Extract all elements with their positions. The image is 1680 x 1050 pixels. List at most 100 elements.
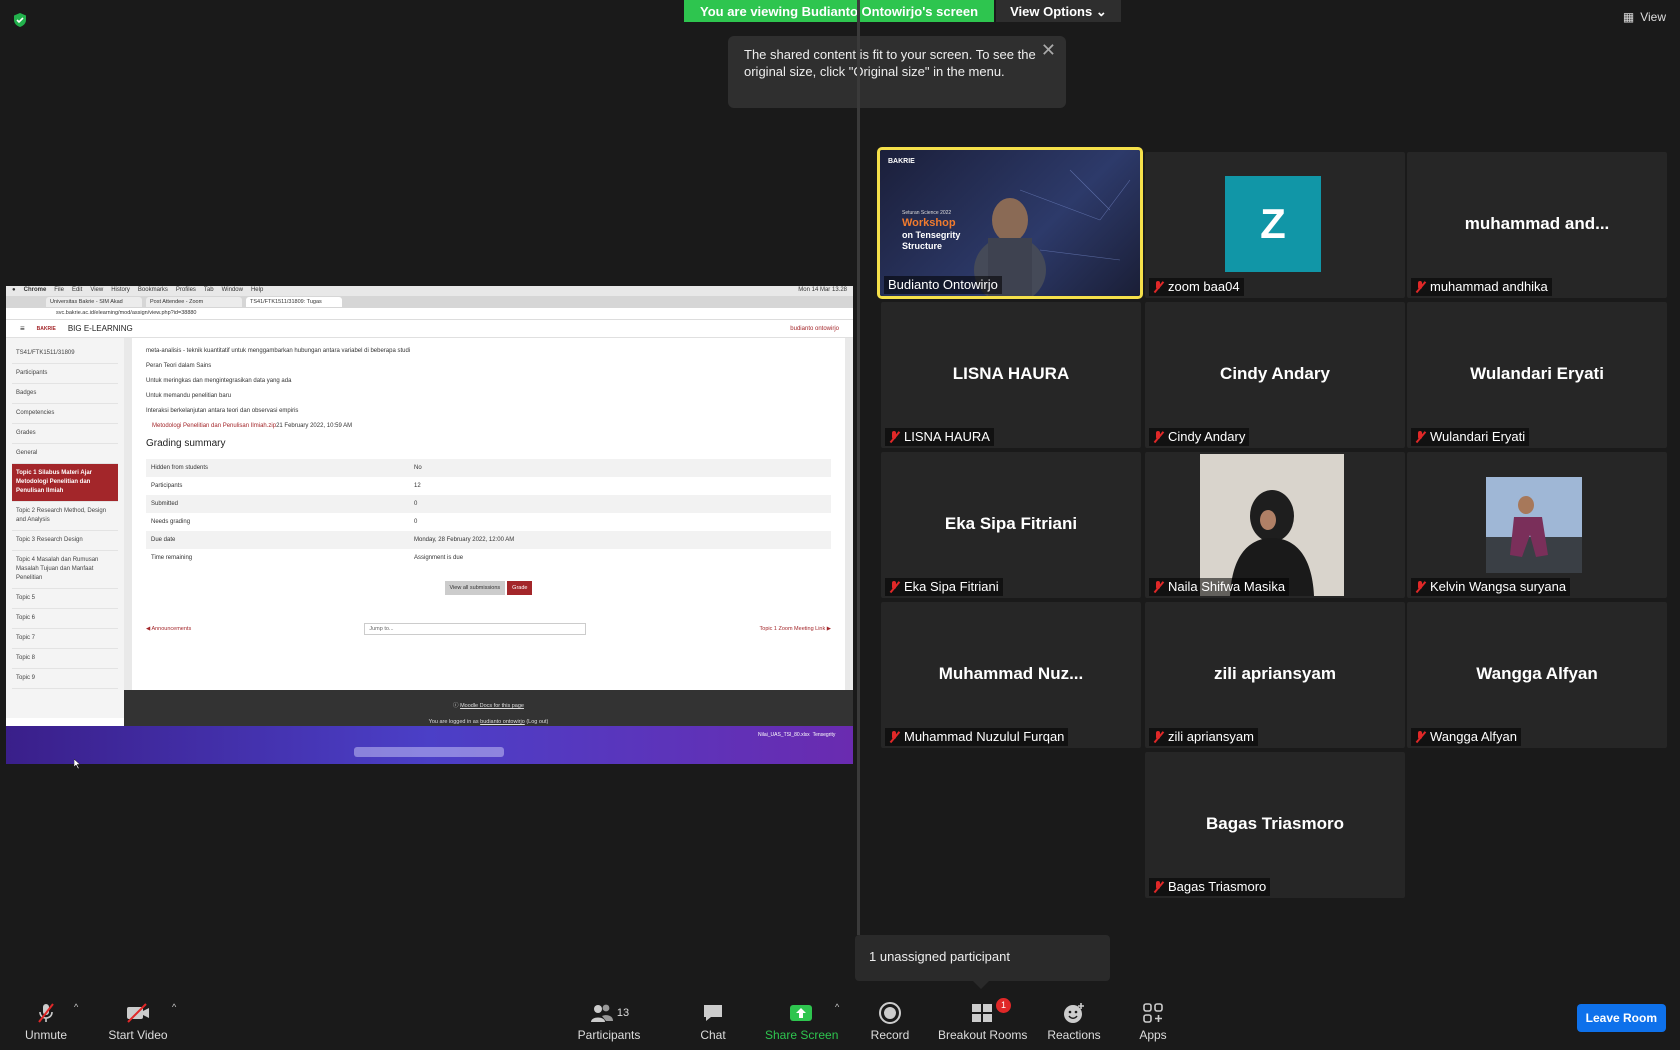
caret-up-icon[interactable]: ^ [172, 1002, 176, 1012]
video-tile[interactable]: Wulandari Eryati Wulandari Eryati [1407, 302, 1667, 448]
view-options-button[interactable]: View Options ⌄ [996, 0, 1121, 22]
unmute-label: Unmute [24, 1028, 68, 1042]
grid-icon: ▦ [1622, 10, 1635, 24]
participant-name-text: Eka Sipa Fitriani [904, 579, 999, 594]
menu-item: Window [221, 287, 243, 293]
start-video-label: Start Video [108, 1028, 168, 1042]
participant-name: Naila Shifwa Masika [1149, 578, 1290, 596]
participants-button[interactable]: 13 Participants [576, 1000, 642, 1042]
cursor-icon [73, 756, 82, 774]
speaker-video: BAKRIE Seturan Science 2022 Workshop on … [880, 150, 1140, 296]
row-value: 0 [414, 501, 418, 507]
view-options-label: View Options [1010, 4, 1093, 19]
sidebar-item: Topic 2 Research Method, Design and Anal… [12, 502, 118, 531]
video-tile[interactable]: Eka Sipa Fitriani Eka Sipa Fitriani [881, 452, 1141, 598]
row-key: Submitted [151, 501, 179, 507]
participant-name-text: Muhammad Nuzulul Furqan [904, 729, 1065, 744]
grading-title: Grading summary [146, 438, 226, 449]
mac-desktop: Nilai_UAS_TSI_80.xlsx Tensegrity [6, 726, 853, 764]
chevron-down-icon: ⌄ [1095, 4, 1107, 19]
sidebar-item: TS41/FTK1511/31809 [12, 344, 118, 364]
video-tile-active-speaker[interactable]: BAKRIE Seturan Science 2022 Workshop on … [877, 147, 1143, 299]
browser-tab: Universitas Bakrie - SIM Akad [46, 297, 142, 307]
video-tile[interactable]: muhammad and... muhammad andhika [1407, 152, 1667, 298]
mic-muted-icon [1153, 880, 1164, 893]
shield-icon[interactable] [12, 12, 28, 28]
sidebar-item: Topic 5 [12, 589, 118, 609]
table-row: Submitted 0 [146, 495, 831, 513]
participant-name: Budianto Ontowirjo [884, 276, 1002, 294]
person-photo-graphic [1230, 490, 1314, 596]
video-tile[interactable]: LISNA HAURA LISNA HAURA [881, 302, 1141, 448]
reactions-label: Reactions [1047, 1028, 1101, 1042]
menu-item: File [54, 287, 64, 293]
mic-muted-icon [1153, 280, 1164, 293]
leave-room-button[interactable]: Leave Room [1576, 1004, 1666, 1032]
participant-display-name: muhammad and... [1464, 214, 1610, 233]
participant-name-text: Wangga Alfyan [1430, 729, 1517, 744]
mic-muted-icon [889, 730, 900, 743]
browser-url: svc.bakrie.ac.id/elearning/mod/assign/vi… [6, 308, 853, 320]
chat-label: Chat [700, 1028, 726, 1042]
slide-title: Workshop [902, 217, 956, 229]
row-key: Needs grading [151, 519, 191, 525]
caret-up-icon[interactable]: ^ [835, 1002, 839, 1012]
video-tile[interactable]: Bagas Triasmoro Bagas Triasmoro [1145, 752, 1405, 898]
apps-button[interactable]: Apps [1137, 1000, 1169, 1042]
menu-item: Edit [71, 287, 83, 293]
footer-user: budianto ontowirjo [480, 719, 525, 725]
sidebar-item: General [12, 444, 118, 464]
slide-event: Seturan Science 2022 [902, 210, 952, 216]
notification-badge: 1 [996, 998, 1011, 1013]
video-tile[interactable]: zili apriansyam zili apriansyam [1145, 602, 1405, 748]
content-line: meta-analisis - teknik kuantitatif untuk… [146, 348, 411, 354]
next-link: Topic 1 Zoom Meeting Link ▶ [759, 626, 831, 632]
lms-content: meta-analisis - teknik kuantitatif untuk… [124, 338, 853, 718]
tooltip-text: The shared content is fit to your screen… [744, 47, 1036, 79]
fit-to-screen-tooltip: The shared content is fit to your screen… [728, 36, 1066, 108]
video-tile[interactable]: Kelvin Wangsa suryana [1407, 452, 1667, 598]
split-divider[interactable] [857, 0, 860, 935]
start-video-button[interactable]: Start Video [106, 1000, 170, 1042]
chat-button[interactable]: Chat [697, 1000, 729, 1042]
participant-name-text: Kelvin Wangsa suryana [1430, 579, 1567, 594]
video-tile[interactable]: Wangga Alfyan Wangga Alfyan [1407, 602, 1667, 748]
sidebar-item: Competencies [12, 404, 118, 424]
record-button[interactable]: Record [870, 1000, 910, 1042]
footer-docs: Moodle Docs for this page [460, 703, 524, 709]
participant-name: Wangga Alfyan [1411, 728, 1521, 746]
view-layout-button[interactable]: ▦ View [1623, 10, 1666, 24]
sidebar-item-active: Topic 1 Silabus Materi Ajar Metodologi P… [12, 464, 118, 502]
participant-display-name: Muhammad Nuz... [938, 664, 1084, 683]
video-tile[interactable]: Cindy Andary Cindy Andary [1145, 302, 1405, 448]
shared-screen[interactable]: ● Chrome File Edit View History Bookmark… [6, 286, 853, 764]
row-key: Hidden from students [151, 465, 209, 471]
mic-muted-icon [1415, 430, 1426, 443]
share-screen-icon [765, 1000, 837, 1026]
video-tile[interactable]: Z zoom baa04 [1145, 152, 1405, 298]
video-tile[interactable]: Muhammad Nuz... Muhammad Nuzulul Furqan [881, 602, 1141, 748]
menu-item: History [111, 287, 130, 293]
breakout-rooms-label: Breakout Rooms [938, 1028, 1028, 1042]
file-row: Metodologi Penelitian dan Penulisan Ilmi… [146, 423, 831, 429]
row-value: Monday, 28 February 2022, 12:00 AM [414, 537, 515, 543]
footer-logout: (Log out) [526, 719, 549, 725]
participant-name: zili apriansyam [1149, 728, 1258, 746]
close-icon[interactable]: ✕ [1041, 41, 1056, 59]
participant-name-text: Naila Shifwa Masika [1168, 579, 1286, 594]
row-key: Time remaining [151, 555, 193, 561]
row-value: No [414, 465, 422, 471]
unmute-button[interactable]: Unmute [22, 1000, 70, 1042]
share-screen-button[interactable]: Share Screen [765, 1000, 838, 1042]
reactions-button[interactable]: Reactions [1047, 1000, 1101, 1042]
info-icon: ⓘ [453, 703, 461, 709]
caret-up-icon[interactable]: ^ [74, 1002, 78, 1012]
view-all-submissions-button: View all submissions [444, 581, 506, 595]
file-link: Metodologi Penelitian dan Penulisan Ilmi… [152, 423, 277, 429]
unassigned-participant-popup[interactable]: 1 unassigned participant [855, 935, 1110, 989]
slide-title: on Tensegrity [902, 230, 961, 240]
video-tile[interactable]: Naila Shifwa Masika [1145, 452, 1405, 598]
participant-name-text: Cindy Andary [1168, 429, 1246, 444]
breakout-rooms-button[interactable]: 1 Breakout Rooms [938, 998, 1028, 1042]
participants-count: 13 [616, 1007, 630, 1019]
